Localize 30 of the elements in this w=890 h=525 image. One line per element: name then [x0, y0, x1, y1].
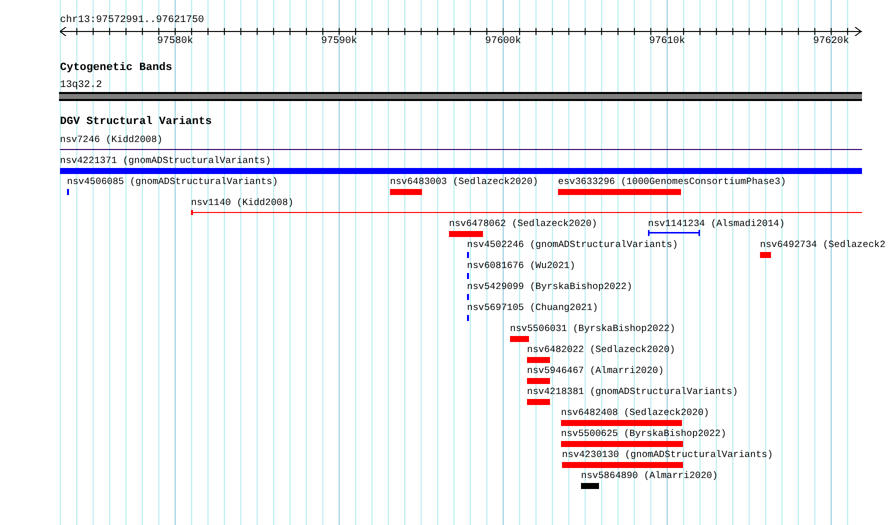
- tick-label: 97580k: [156, 35, 194, 49]
- variant-label: esv3633296 (1000GenomesConsortiumPhase3): [558, 175, 786, 189]
- variant-label: nsv5864890 (Almarri2020): [581, 469, 718, 483]
- variant-label: nsv6482022 (Sedlazeck2020): [527, 343, 676, 357]
- track-title: DGV Structural Variants: [60, 115, 212, 129]
- variant-label: nsv6482408 (Sedlazeck2020): [561, 406, 710, 420]
- variant-label: nsv4221371 (gnomADStructuralVariants): [60, 154, 271, 168]
- variant-label: nsv5506031 (ByrskaBishop2022): [510, 322, 676, 336]
- band-label: 13q32.2: [60, 79, 102, 93]
- variant-label: nsv4506085 (gnomADStructuralVariants): [67, 175, 278, 189]
- variant-label: nsv5429099 (ByrskaBishop2022): [467, 280, 632, 294]
- variant-label: nsv4230130 (gnomADStructuralVariants): [562, 448, 773, 462]
- variant-label: nsv6492734 (Sedlazeck2: [760, 238, 886, 252]
- variant-label: nsv4502246 (gnomADStructuralVariants): [467, 238, 678, 252]
- variant-label: nsv4218381 (gnomADStructuralVariants): [527, 385, 738, 399]
- region-label: chr13:97572991..97621750: [60, 14, 204, 28]
- variant-label: nsv7246 (Kidd2008): [60, 133, 163, 147]
- variant-label: nsv6081676 (Wu2021): [467, 259, 576, 273]
- variant-label: nsv1141234 (Alsmadi2014): [648, 217, 785, 231]
- track-title: Cytogenetic Bands: [60, 61, 172, 75]
- variant-label: nsv1140 (Kidd2008): [191, 196, 294, 210]
- variant-label: nsv6478062 (Sedlazeck2020): [449, 217, 598, 231]
- variant-label: nsv6483003 (Sedlazeck2020): [390, 175, 538, 189]
- tick-label: 97620k: [812, 35, 850, 49]
- tick-label: 97600k: [484, 35, 522, 49]
- tick-label: 97610k: [648, 35, 686, 49]
- variant-label: nsv5500625 (ByrskaBishop2022): [561, 427, 726, 441]
- variant-label: nsv5946467 (Almarri2020): [527, 364, 664, 378]
- tick-label: 97590k: [320, 35, 358, 49]
- variant-label: nsv5697105 (Chuang2021): [467, 301, 598, 315]
